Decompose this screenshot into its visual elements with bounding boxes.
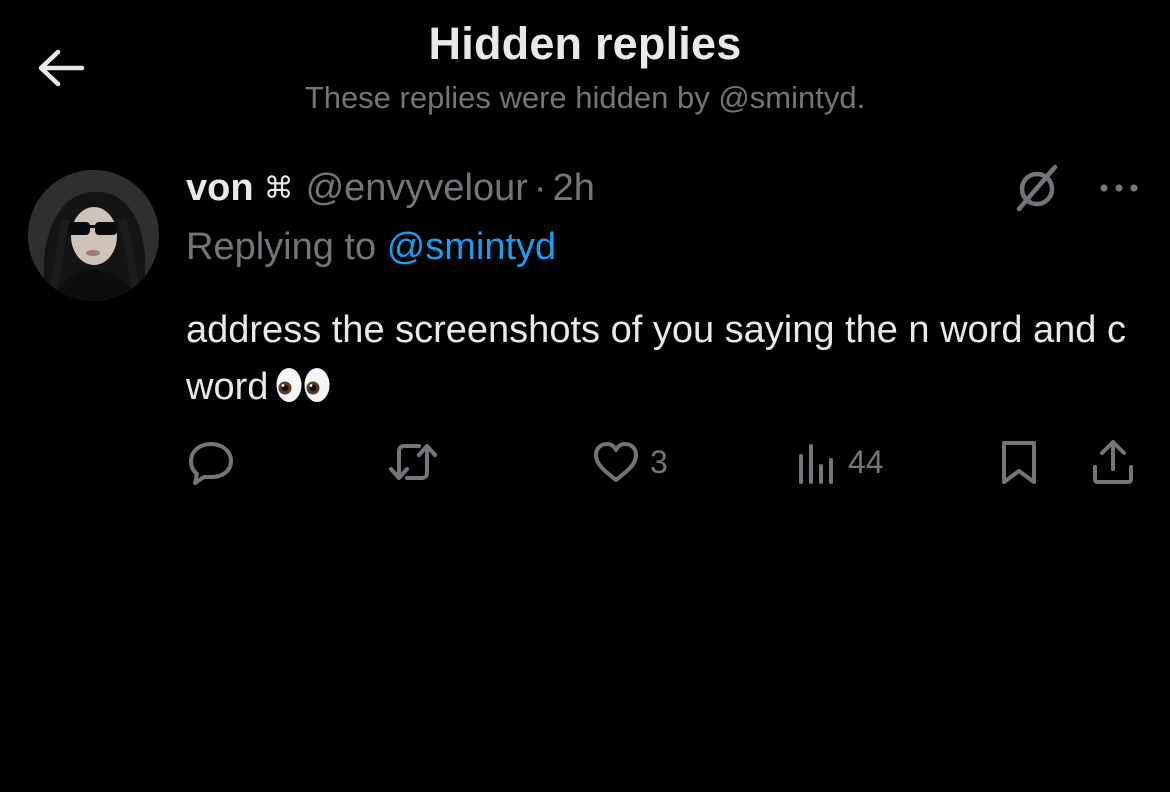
replying-to-prefix: Replying to	[186, 226, 377, 268]
user-handle[interactable]: @envyvelour	[306, 167, 528, 210]
retweet-icon	[389, 444, 437, 480]
name-glyph: ⌘	[263, 171, 294, 206]
avatar[interactable]	[28, 170, 159, 301]
page-title: Hidden replies	[428, 18, 742, 69]
reply-button[interactable]	[186, 436, 246, 488]
avatar-image	[28, 170, 159, 301]
retweet-button[interactable]	[385, 436, 451, 488]
display-name[interactable]: von	[186, 167, 254, 210]
bookmark-icon	[1002, 441, 1036, 484]
like-count: 3	[650, 443, 668, 480]
like-button[interactable]: 3	[592, 436, 668, 488]
tweet-header: von ⌘ @envyvelour · 2h	[186, 167, 595, 210]
page-subtitle: These replies were hidden by @smintyd.	[304, 80, 866, 115]
views-button[interactable]: 44	[796, 436, 884, 488]
bookmark-button[interactable]	[998, 436, 1040, 488]
hidden-reply-icon	[1016, 164, 1058, 212]
hidden-reply-button[interactable]	[1011, 163, 1063, 215]
timestamp[interactable]: 2h	[553, 167, 595, 210]
more-horizontal-icon	[1100, 184, 1138, 192]
heart-icon	[594, 442, 638, 482]
eyes-emoji-icon	[274, 365, 332, 422]
tweet-text-block: address the screenshots of you saying th…	[186, 302, 1126, 422]
share-button[interactable]	[1090, 436, 1136, 488]
share-icon	[1093, 440, 1133, 484]
replying-to-mention[interactable]: @smintyd	[387, 226, 557, 268]
separator-dot: ·	[533, 167, 547, 209]
replying-to-line: Replying to @smintyd	[186, 226, 556, 269]
view-count: 44	[848, 443, 884, 480]
reply-icon	[189, 442, 233, 485]
views-icon	[799, 444, 833, 484]
more-options-button[interactable]	[1096, 168, 1142, 208]
